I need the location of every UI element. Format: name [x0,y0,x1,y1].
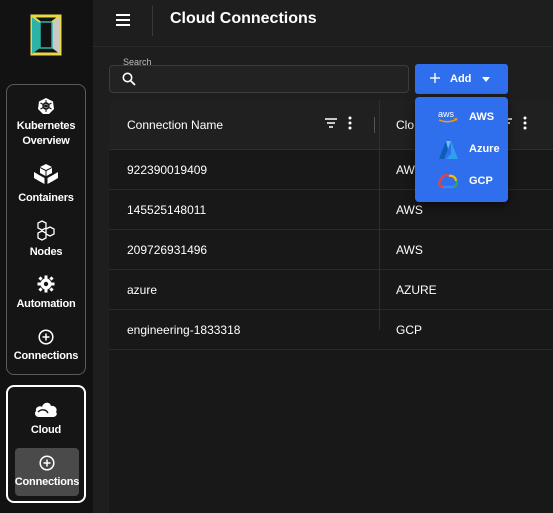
add-button[interactable]: Add [415,64,508,94]
sidebar-item-containers[interactable]: Containers [7,163,85,206]
nav-group-cloud: Cloud Connections [6,385,86,503]
cell-connection-name: azure [127,283,158,297]
cell-connection-name: 922390019409 [127,163,208,177]
menu-item-label: Azure [469,143,500,155]
menu-item-label: AWS [469,111,495,123]
topbar-divider [152,6,153,36]
sidebar-item-label: Automation [16,298,76,310]
gcp-icon [438,174,458,189]
caret-down-icon [482,77,490,82]
sidebar-item-label-line2: Overview [22,135,70,147]
sidebar: Kubernetes Overview Containers Nodes Aut… [0,0,93,513]
sidebar-item-automation[interactable]: Automation [7,275,85,312]
sidebar-item-label: Nodes [29,246,63,258]
filter-icon[interactable] [324,116,338,130]
plus-circle-icon [39,454,55,471]
add-connection-menu: aws AWS Azure GCP [415,97,508,202]
menu-item-gcp[interactable]: GCP [415,165,508,197]
column-header-cloud[interactable]: Clo [396,118,414,132]
sidebar-item-label: Kubernetes [16,120,76,132]
gear-icon [37,275,55,293]
svg-text:aws: aws [438,109,455,119]
sidebar-item-label: Connections [13,350,79,362]
menu-item-label: GCP [469,175,493,187]
column-resize-handle[interactable] [374,117,375,133]
search-input[interactable] [142,70,402,90]
sidebar-item-label: Cloud [30,424,62,436]
table-row[interactable]: azure AZURE [109,270,553,310]
cell-connection-name: 145525148011 [127,203,207,217]
app-logo[interactable] [28,12,64,58]
top-bar: Cloud Connections [93,0,553,47]
cell-cloud: AWS [396,203,423,217]
aws-icon: aws [438,109,458,123]
nodes-icon [37,220,55,241]
column-actions-connection-name [324,116,352,130]
cell-cloud: GCP [396,323,423,337]
menu-item-azure[interactable]: Azure [415,133,508,165]
cell-cloud: AWS [396,243,423,257]
sidebar-item-cloud[interactable]: Cloud [8,399,84,438]
cloud-icon [35,402,57,417]
plus-circle-icon [38,329,54,345]
sidebar-item-label: Containers [18,192,74,204]
sidebar-item-kubernetes-overview[interactable]: Kubernetes Overview [7,97,85,149]
azure-icon [439,141,458,159]
search-field[interactable] [109,65,409,93]
more-vert-icon[interactable] [348,116,352,130]
menu-item-aws[interactable]: aws AWS [415,101,508,133]
table-row[interactable]: 209726931496 AWS [109,230,553,270]
sidebar-item-cloud-connections[interactable]: Connections [15,448,79,496]
cell-cloud: AZURE [396,283,437,297]
page-title: Cloud Connections [170,10,317,27]
plus-icon [430,73,440,83]
column-header-connection-name[interactable]: Connection Name [127,118,223,132]
cell-connection-name: engineering-1833318 [127,323,241,337]
sidebar-item-label: Connections [14,475,80,488]
search-icon [122,72,136,86]
app-window: Kubernetes Overview Containers Nodes Aut… [0,0,553,513]
sidebar-item-nodes[interactable]: Nodes [7,219,85,260]
cell-connection-name: 209726931496 [127,243,208,257]
hamburger-menu-icon[interactable] [116,14,130,26]
table-row[interactable]: engineering-1833318 GCP [109,310,553,350]
more-vert-icon[interactable] [523,116,527,130]
kubernetes-icon [38,98,54,114]
sidebar-item-connections[interactable]: Connections [7,329,85,364]
add-button-label: Add [450,73,472,85]
nav-group-kubernetes: Kubernetes Overview Containers Nodes Aut… [6,84,86,375]
containers-icon [34,164,58,184]
